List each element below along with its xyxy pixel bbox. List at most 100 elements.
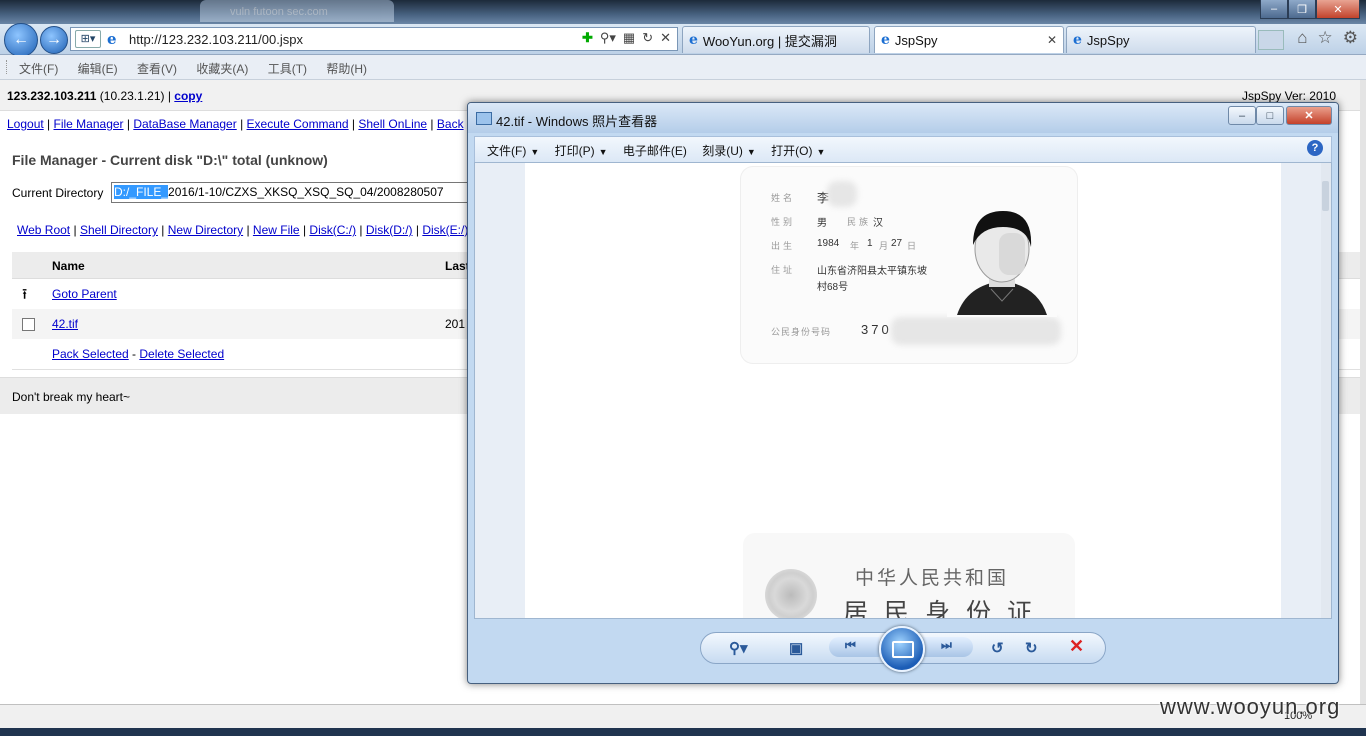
new-file-link[interactable]: New File bbox=[253, 223, 300, 237]
directory-shortcuts: Web Root | Shell Directory | New Directo… bbox=[17, 223, 469, 237]
actual-size-icon[interactable]: ▣ bbox=[789, 639, 803, 657]
id-card-back: 中华人民共和国 居民身份证 bbox=[743, 533, 1075, 619]
tab-label: JspSpy bbox=[894, 32, 938, 48]
close-tab-icon[interactable]: ✕ bbox=[1047, 33, 1057, 47]
viewer-menu-bar: 文件(F) ▼ 打印(P) ▼ 电子邮件(E) 刻录(U) ▼ 打开(O) ▼ ? bbox=[474, 136, 1332, 163]
database-manager-link[interactable]: DataBase Manager bbox=[133, 117, 236, 131]
disk-d-link[interactable]: Disk(D:/) bbox=[366, 223, 413, 237]
menu-tools[interactable]: 工具(T) bbox=[268, 60, 307, 77]
current-directory-input[interactable]: D:/_FILE_2016/1-10/CZXS_XKSQ_XSQ_SQ_04/2… bbox=[111, 182, 513, 203]
favorites-star-icon[interactable]: ☆ bbox=[1318, 28, 1333, 48]
address-bar[interactable]: ⊞▾ e http://123.232.103.211/00.jspx ✚ ⚲▾… bbox=[70, 27, 678, 51]
compatibility-view-icon[interactable]: ✚ bbox=[582, 30, 593, 46]
disk-e-link[interactable]: Disk(E:/) bbox=[422, 223, 468, 237]
card-back-line2: 居民身份证 bbox=[843, 598, 1049, 619]
tab-jspspy[interactable]: e JspSpy bbox=[1066, 26, 1256, 53]
viewer-title-bar[interactable]: 42.tif - Windows 照片查看器 – □ ✕ bbox=[468, 103, 1338, 133]
viewer-toolbar: ⚲▾ ▣ ⏮ ⏭ ↺ ↻ ✕ bbox=[700, 626, 1106, 672]
compat-doc-icon[interactable]: ▦ bbox=[623, 30, 635, 46]
column-last-modified: Last bbox=[445, 259, 470, 273]
viewer-menu-print[interactable]: 打印(P) ▼ bbox=[555, 142, 608, 159]
home-icon[interactable]: ⌂ bbox=[1297, 28, 1307, 48]
new-tab-button[interactable] bbox=[1258, 30, 1284, 50]
image-canvas[interactable]: 姓名 李 性别 男 民族 汉 出生 1984 年 1 月 27 日 住址 山东省… bbox=[474, 162, 1332, 619]
delete-icon[interactable]: ✕ bbox=[1069, 636, 1084, 657]
taskbar bbox=[0, 728, 1366, 736]
national-emblem-icon bbox=[765, 569, 817, 618]
photo-viewer-icon bbox=[476, 112, 492, 125]
close-window-button[interactable]: ✕ bbox=[1316, 0, 1360, 19]
web-root-link[interactable]: Web Root bbox=[17, 223, 70, 237]
scrollbar-thumb[interactable] bbox=[1322, 181, 1329, 211]
viewer-menu-file[interactable]: 文件(F) ▼ bbox=[487, 142, 539, 159]
pack-selected-link[interactable]: Pack Selected bbox=[52, 347, 129, 361]
next-button[interactable]: ⏭ bbox=[923, 637, 973, 657]
viewer-scrollbar[interactable] bbox=[1321, 163, 1331, 618]
redaction-blur bbox=[827, 181, 857, 207]
maximize-button[interactable]: ❐ bbox=[1288, 0, 1316, 19]
photo-viewer-window: 42.tif - Windows 照片查看器 – □ ✕ 文件(F) ▼ 打印(P… bbox=[467, 102, 1339, 684]
page-title: File Manager - Current disk "D:\" total … bbox=[12, 152, 328, 168]
back-button[interactable]: ← bbox=[4, 23, 38, 57]
directory-rest: 2016/1-10/CZXS_XKSQ_XSQ_SQ_04/2008280507 bbox=[168, 185, 444, 199]
slideshow-button[interactable] bbox=[879, 626, 925, 672]
minimize-button[interactable]: – bbox=[1260, 0, 1288, 19]
tab-wooyun[interactable]: e WooYun.org | 提交漏洞 bbox=[682, 26, 870, 53]
page-add-icon[interactable]: ⊞▾ bbox=[75, 30, 101, 48]
viewer-minimize-button[interactable]: – bbox=[1228, 106, 1256, 125]
forward-arrow-icon: → bbox=[46, 31, 62, 48]
viewer-menu-burn[interactable]: 刻录(U) ▼ bbox=[702, 142, 756, 159]
menu-edit[interactable]: 编辑(E) bbox=[78, 60, 118, 77]
zoom-icon[interactable]: ⚲▾ bbox=[729, 639, 748, 657]
goto-parent-link[interactable]: Goto Parent bbox=[52, 287, 117, 301]
faded-background-tab: vuln futoon sec.com bbox=[200, 0, 394, 22]
previous-button[interactable]: ⏮ bbox=[829, 637, 879, 657]
help-icon[interactable]: ? bbox=[1307, 140, 1323, 156]
file-link[interactable]: 42.tif bbox=[52, 317, 78, 331]
viewer-close-button[interactable]: ✕ bbox=[1286, 106, 1332, 125]
file-date: 201 bbox=[445, 317, 466, 331]
execute-command-link[interactable]: Execute Command bbox=[247, 117, 349, 131]
rotate-left-icon[interactable]: ↺ bbox=[991, 639, 1004, 657]
tab-label: JspSpy bbox=[1086, 32, 1130, 48]
menu-file[interactable]: 文件(F) bbox=[19, 60, 58, 77]
page-scrollbar[interactable] bbox=[1360, 80, 1366, 704]
back-arrow-icon: ← bbox=[13, 31, 29, 48]
forward-button[interactable]: → bbox=[40, 26, 68, 54]
footer-text: Don't break my heart~ bbox=[12, 390, 131, 404]
rotate-right-icon[interactable]: ↻ bbox=[1025, 639, 1038, 657]
disk-c-link[interactable]: Disk(C:/) bbox=[309, 223, 356, 237]
shell-online-link[interactable]: Shell OnLine bbox=[358, 117, 427, 131]
portrait-photo bbox=[947, 197, 1057, 317]
version-label: JspSpy Ver: 2010 bbox=[1241, 89, 1336, 103]
shell-directory-link[interactable]: Shell Directory bbox=[80, 223, 158, 237]
gear-icon[interactable]: ⚙ bbox=[1343, 28, 1358, 48]
file-checkbox[interactable] bbox=[22, 318, 35, 331]
slideshow-icon bbox=[892, 641, 914, 658]
viewer-maximize-button[interactable]: □ bbox=[1256, 106, 1284, 125]
main-nav-links: Logout | File Manager | DataBase Manager… bbox=[7, 117, 464, 131]
host-ip: 123.232.103.211 bbox=[7, 89, 97, 103]
menu-bar: 文件(F) 编辑(E) 查看(V) 收藏夹(A) 工具(T) 帮助(H) bbox=[0, 55, 1366, 80]
menu-help[interactable]: 帮助(H) bbox=[326, 60, 367, 77]
id-card-front: 姓名 李 性别 男 民族 汉 出生 1984 年 1 月 27 日 住址 山东省… bbox=[741, 167, 1077, 363]
scanned-image: 姓名 李 性别 男 民族 汉 出生 1984 年 1 月 27 日 住址 山东省… bbox=[525, 163, 1281, 618]
viewer-menu-open[interactable]: 打开(O) ▼ bbox=[771, 142, 825, 159]
file-manager-link[interactable]: File Manager bbox=[54, 117, 124, 131]
menu-favorites[interactable]: 收藏夹(A) bbox=[196, 60, 248, 77]
delete-selected-link[interactable]: Delete Selected bbox=[139, 347, 224, 361]
copy-link[interactable]: copy bbox=[174, 89, 202, 103]
back-connect-link[interactable]: Back bbox=[437, 117, 464, 131]
refresh-icon[interactable]: ↻ bbox=[642, 30, 653, 46]
redaction-blur bbox=[891, 317, 1061, 345]
tab-jspspy-active[interactable]: e JspSpy ✕ bbox=[874, 26, 1064, 53]
stop-icon[interactable]: ✕ bbox=[660, 30, 671, 46]
address-url[interactable]: http://123.232.103.211/00.jspx bbox=[129, 32, 303, 47]
selected-text: D:/_FILE_ bbox=[114, 185, 169, 199]
search-icon[interactable]: ⚲▾ bbox=[600, 30, 616, 46]
logout-link[interactable]: Logout bbox=[7, 117, 44, 131]
dropdown-arrow-icon: ▼ bbox=[746, 147, 756, 157]
new-directory-link[interactable]: New Directory bbox=[168, 223, 243, 237]
viewer-menu-email[interactable]: 电子邮件(E) bbox=[623, 142, 687, 159]
menu-view[interactable]: 查看(V) bbox=[137, 60, 177, 77]
